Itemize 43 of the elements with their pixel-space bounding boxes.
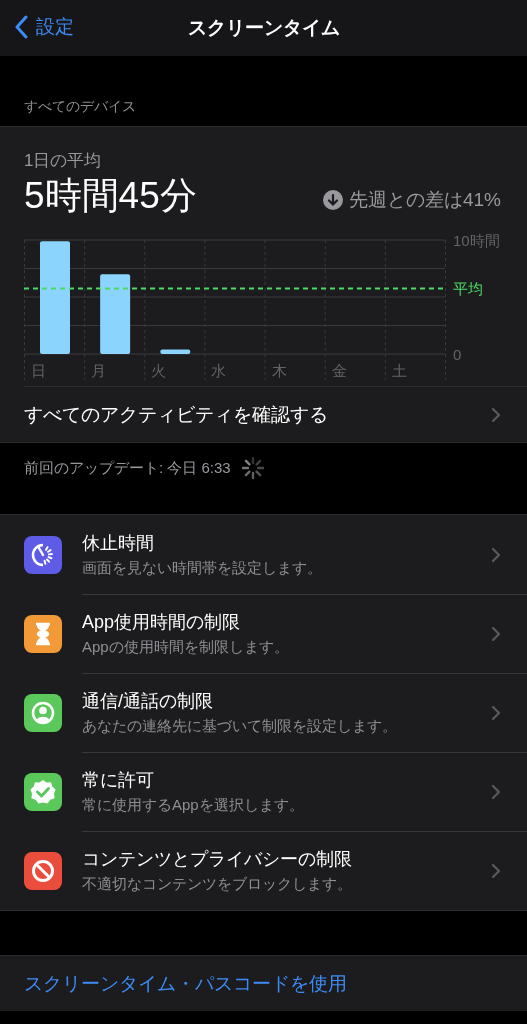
chevron-icon [491,862,501,879]
row-subtitle: あなたの連絡先に基づいて制限を設定します。 [82,717,398,736]
row-subtitle: Appの使用時間を制限します。 [82,638,290,657]
chevron-icon [491,546,501,563]
axis-label: 金 [331,362,347,379]
axis-label: 10時間 [453,232,500,249]
chevron-icon [491,783,501,800]
row-title: 休止時間 [82,532,155,555]
back-chevron-icon [14,15,28,39]
last-update-text: 前回のアップデート: 今日 6:33 [24,458,231,478]
back-button[interactable]: 設定 [14,14,74,40]
axis-label: 水 [211,362,227,379]
row-title: 通信/通話の制限 [82,690,214,713]
axis-label: 火 [151,362,167,379]
axis-label: 0 [453,346,462,363]
settings-row[interactable]: 常に許可 常に使用するAppを選択します。 [0,752,527,831]
activity-row[interactable]: すべてのアクティビティを確認する [24,386,527,442]
comparison-text: 先週との差は41% [348,188,501,212]
usage-bar [160,349,191,354]
axis-label: 土 [391,362,407,379]
section-header: すべてのデバイス [23,97,137,116]
average-label: 平均 [453,280,483,298]
row-subtitle: 画面を見ない時間帯を設定します。 [82,559,323,578]
row-title: 常に許可 [82,769,155,792]
average-label: 1日の平均 [24,150,103,172]
chevron-icon [491,704,501,721]
settings-row[interactable]: App使用時間の制限 Appの使用時間を制限します。 [0,594,527,673]
settings-row[interactable]: 休止時間 画面を見ない時間帯を設定します。 [0,515,527,594]
chevron-icon [491,625,501,642]
row-title: コンテンツとプライバシーの制限 [82,848,353,871]
settings-row[interactable]: 通信/通話の制限 あなたの連絡先に基づいて制限を設定します。 [0,673,527,752]
axis-label: 日 [31,362,46,379]
average-value: 5時間45分 [24,174,197,218]
spinner-icon [240,456,265,480]
chevron-icon [491,406,501,423]
passcode-link[interactable]: スクリーンタイム・パスコードを使用 [0,955,527,1011]
axis-label: 木 [271,362,287,379]
axis-label: 月 [91,362,107,379]
screen-title: スクリーンタイム [187,16,340,40]
settings-row[interactable]: コンテンツとプライバシーの制限 不適切なコンテンツをブロックします。 [0,831,527,910]
row-subtitle: 常に使用するAppを選択します。 [82,796,305,815]
row-title: App使用時間の制限 [82,611,242,634]
row-subtitle: 不適切なコンテンツをブロックします。 [82,875,353,894]
